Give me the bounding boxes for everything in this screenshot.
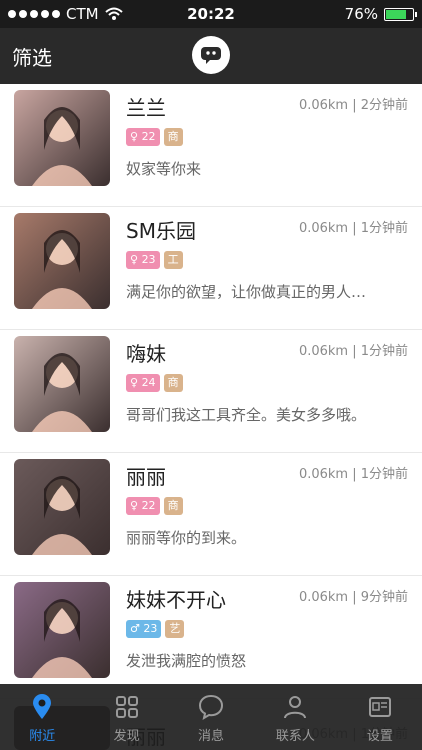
nearby-user-list: 兰兰 0.06km | 2分钟前 ♀ 22 商 奴家等你来 SM乐园 0.06k… [0,84,422,749]
status-bar: CTM 20:22 76% [0,0,422,28]
tab-label: 发现 [113,729,140,744]
tab-label: 联系人 [275,729,315,744]
user-badges: ♀ 22 商 [126,497,183,515]
tag-badge: 商 [163,128,183,146]
user-signature: 满足你的欲望，让你做真正的男人… [126,283,367,301]
person-photo-icon [32,599,92,678]
user-row[interactable]: 妹妹不开心 0.06km | 9分钟前 ♂ 23 艺 发泄我满腔的愤怒 [0,576,422,699]
user-signature: 奴家等你来 [126,160,202,178]
avatar [14,90,110,186]
user-signature: 丽丽等你的到来。 [126,529,247,547]
person-photo-icon [32,230,92,309]
distance-time: 0.06km | 1分钟前 [298,221,408,236]
tab-label: 附近 [29,729,56,744]
tag-badge: 商 [163,497,183,515]
person-photo-icon [32,353,92,432]
user-name: 丽丽 [126,465,166,489]
tab-contacts[interactable]: 联系人 [253,684,337,750]
female-age-badge: ♀ 22 [126,497,160,515]
distance-time: 0.06km | 1分钟前 [298,467,408,482]
distance-time: 0.06km | 1分钟前 [298,344,408,359]
user-signature: 哥哥们我这工具齐全。美女多多哦。 [126,406,367,424]
avatar [14,459,110,555]
tab-location-pin[interactable]: 附近 [0,684,84,750]
contacts-icon [284,696,307,719]
tab-settings-card[interactable]: 设置 [338,684,422,750]
tag-badge: 工 [163,251,183,269]
tab-grid[interactable]: 发现 [84,684,168,750]
user-signature: 发泄我满腔的愤怒 [126,652,247,670]
battery-percent: 76% [344,5,378,23]
filter-button[interactable]: 筛选 [12,42,52,71]
user-row[interactable]: 兰兰 0.06km | 2分钟前 ♀ 22 商 奴家等你来 [0,84,422,207]
tab-chat-bubble[interactable]: 消息 [169,684,253,750]
avatar [14,336,110,432]
app-logo-icon[interactable] [192,36,230,74]
user-row[interactable]: 丽丽 0.06km | 1分钟前 ♀ 22 商 丽丽等你的到来。 [0,453,422,576]
user-name: 兰兰 [126,96,166,120]
top-nav-bar: 筛选 [0,28,422,84]
user-name: 妹妹不开心 [126,588,226,612]
tab-label: 消息 [198,729,225,744]
location-pin-icon [33,694,52,719]
avatar [14,582,110,678]
user-badges: ♀ 24 商 [126,374,183,392]
tab-label: 设置 [366,729,393,744]
user-badges: ♂ 23 艺 [126,620,185,638]
bottom-tab-bar: 附近 发现 消息 联系人 设置 [0,684,422,750]
male-age-badge: ♂ 23 [126,620,162,638]
user-name: 嗨妹 [126,342,166,366]
tag-badge: 商 [163,374,183,392]
distance-time: 0.06km | 9分钟前 [298,590,408,605]
chat-bubble-icon [199,694,224,721]
tag-badge: 艺 [165,620,185,638]
female-age-badge: ♀ 24 [126,374,160,392]
user-badges: ♀ 23 工 [126,251,183,269]
grid-icon [115,696,138,718]
person-photo-icon [32,476,92,555]
user-row[interactable]: 嗨妹 0.06km | 1分钟前 ♀ 24 商 哥哥们我这工具齐全。美女多多哦。 [0,330,422,453]
settings-card-icon [368,697,391,717]
distance-time: 0.06km | 2分钟前 [298,98,408,113]
female-age-badge: ♀ 22 [126,128,160,146]
battery-icon [384,7,417,21]
user-badges: ♀ 22 商 [126,128,183,146]
female-age-badge: ♀ 23 [126,251,160,269]
avatar [14,213,110,309]
user-name: SM乐园 [126,219,196,243]
user-row[interactable]: SM乐园 0.06km | 1分钟前 ♀ 23 工 满足你的欲望，让你做真正的男… [0,207,422,330]
person-photo-icon [32,107,92,186]
status-right: 76% [344,5,417,23]
